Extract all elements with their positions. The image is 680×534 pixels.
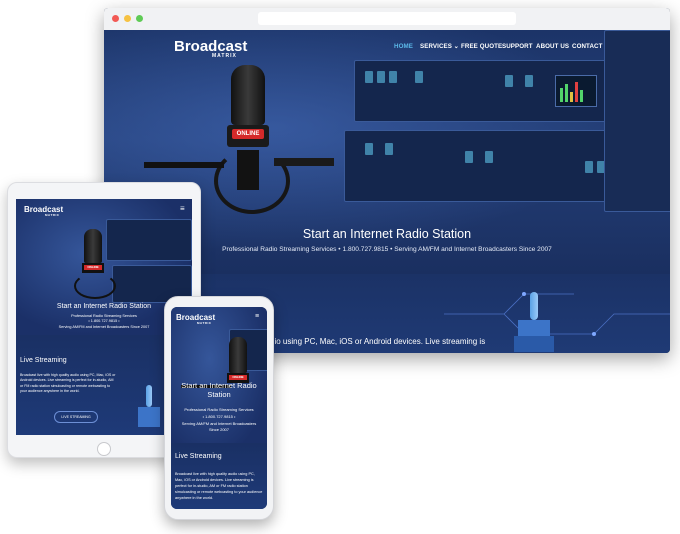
server-rack-image	[354, 60, 606, 122]
phone-live-section: Live Streaming Broadcast live with high …	[171, 443, 267, 509]
tablet-section-body: Broadcast live with high quality audio u…	[20, 373, 116, 394]
phone-hero-title: Start an Internet Radio Station	[181, 381, 257, 399]
nav-support[interactable]: SUPPORT	[502, 43, 533, 50]
tablet-logo-sub: MATRIX	[45, 213, 60, 217]
tablet-section-title: Live Streaming	[20, 357, 67, 364]
tablet-joystick-graphic	[146, 385, 152, 407]
nav-about-us[interactable]: ABOUT US	[536, 43, 569, 50]
tablet-mic-label: ONLINE	[84, 265, 102, 270]
close-dot-icon[interactable]	[112, 15, 119, 22]
tablet-home-button[interactable]	[97, 442, 111, 456]
minimize-dot-icon[interactable]	[124, 15, 131, 22]
tablet-live-streaming-button[interactable]: LIVE STREAMING	[54, 411, 98, 423]
address-bar[interactable]	[258, 12, 516, 25]
nav-home[interactable]: HOME	[394, 43, 413, 50]
joystick-graphic	[514, 292, 554, 352]
tablet-menu-icon[interactable]: ≡	[180, 204, 185, 213]
server-rack-image-2	[344, 130, 616, 202]
maximize-dot-icon[interactable]	[136, 15, 143, 22]
phone-logo-sub: MATRIX	[197, 321, 212, 325]
phone-section-body: Broadcast live with high quality audio u…	[175, 472, 263, 500]
browser-chrome	[104, 8, 670, 30]
phone-hero-line3: Serving AM/FM and Internet Broadcasters …	[181, 421, 257, 432]
phone-menu-icon[interactable]: ≡	[255, 313, 259, 320]
nav-contact[interactable]: CONTACT	[572, 43, 603, 50]
phone-hero-line2: • 1.800.727.9815 •	[202, 414, 236, 419]
phone-screen: ONLINE Broadcast MATRIX ≡ Start an Inter…	[171, 307, 267, 509]
nav-free-quote[interactable]: FREE QUOTE	[461, 43, 502, 50]
phone-mockup: ONLINE Broadcast MATRIX ≡ Start an Inter…	[164, 296, 274, 520]
nav-services[interactable]: SERVICES ⌄	[420, 43, 459, 50]
tablet-joystick-base	[138, 407, 160, 427]
mic-online-label: ONLINE	[232, 129, 264, 139]
phone-mic-label: ONLINE	[229, 375, 247, 380]
phone-hero-line1: Professional Radio Streaming Services	[184, 407, 254, 412]
section-text: dio using PC, Mac, iOS or Android device…	[270, 337, 486, 346]
site-logo-sub: MATRIX	[212, 53, 237, 59]
server-rack-image-3	[604, 30, 670, 212]
phone-section-title: Live Streaming	[175, 453, 222, 460]
